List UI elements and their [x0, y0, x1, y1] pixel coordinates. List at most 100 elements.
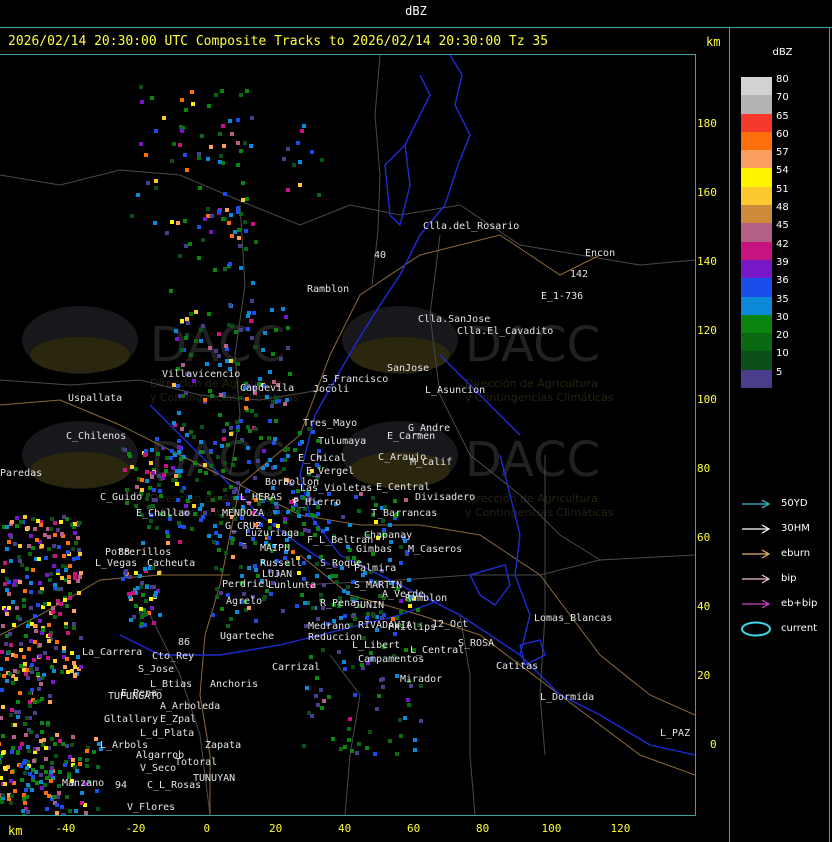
- place-label: E_Challao: [136, 508, 190, 519]
- place-label: Luzuriaga: [245, 528, 299, 539]
- legend-swatch: [741, 131, 772, 151]
- road: [239, 484, 695, 716]
- place-label: C_Chilenos: [66, 431, 126, 442]
- place-label: Encon: [585, 248, 615, 259]
- place-label: Agrelo: [226, 596, 262, 607]
- place-label: V_Flores: [127, 802, 175, 813]
- x-tick-label: 40: [338, 822, 352, 835]
- place-label: Ramblon: [307, 284, 349, 295]
- place-label: Chapanay: [364, 530, 412, 541]
- watermark-logo: DACC Dirección de Agricultura y Continge…: [342, 421, 614, 519]
- track-label: 30HM: [781, 523, 810, 534]
- place-label: Paredas: [0, 468, 42, 479]
- legend-swatch: [741, 77, 772, 96]
- place-label: Perdriel: [222, 579, 270, 590]
- place-label: Lomas_Blancas: [534, 613, 612, 624]
- x-tick-label: 80: [476, 822, 490, 835]
- track-label: bip: [781, 573, 797, 584]
- track-label: eb+bip: [781, 598, 818, 609]
- place-label: Villavicencio: [162, 369, 240, 380]
- legend-swatch: [741, 186, 772, 206]
- place-label: Palmira: [354, 563, 396, 574]
- place-label: Russell: [260, 558, 302, 569]
- y-tick-label: 0: [710, 738, 717, 751]
- place-label: Lunlunta: [268, 580, 316, 591]
- place-label: 88: [118, 547, 130, 558]
- y-tick-label: 80: [697, 462, 711, 475]
- x-tick-label: 120: [610, 822, 631, 835]
- track-label: 50YD: [781, 498, 808, 509]
- legend-value: 5: [776, 366, 783, 378]
- place-label: L_Btias: [150, 679, 192, 690]
- place-label: E_Chical: [298, 453, 346, 464]
- y-tick-label: 60: [697, 531, 711, 544]
- legend-swatch: [741, 296, 772, 315]
- place-label: Clla.SanJose: [418, 314, 490, 325]
- watermark-emblem-field: [30, 337, 130, 373]
- place-label: L_Libert: [352, 640, 400, 651]
- composite-title: 2026/02/14 20:30:00 UTC Composite Tracks…: [8, 34, 549, 49]
- place-label: Mirador: [400, 674, 442, 685]
- track-label: current: [781, 623, 818, 634]
- watermark-brand: DACC: [150, 317, 285, 373]
- place-label: Potrerillos: [105, 547, 171, 558]
- x-tick-label: -20: [125, 822, 146, 835]
- place-label: MAIPU: [260, 543, 290, 554]
- place-label: La_Carrera: [82, 647, 142, 658]
- track-arrow-icon: [742, 549, 771, 559]
- y-tick-label: 160: [697, 186, 717, 199]
- place-label: C_Guido: [100, 492, 142, 503]
- place-label: E_1-736: [541, 291, 583, 302]
- place-label: C_L_Rosas: [147, 780, 201, 791]
- y-tick-label: 140: [697, 255, 717, 268]
- x-tick-label: 0: [203, 822, 211, 835]
- legend-swatch: [741, 113, 772, 132]
- radar-map[interactable]: DACC Dirección de Agricultura y Continge…: [0, 55, 695, 815]
- place-label: Clla.El_Cavadito: [457, 326, 553, 337]
- boundary-line: [329, 654, 361, 815]
- map-right-border: [695, 54, 696, 816]
- place-label: JUNIN: [354, 600, 384, 611]
- legend-swatch: [741, 333, 772, 352]
- legend-swatch: [741, 95, 772, 114]
- river-lagoon: [468, 564, 511, 606]
- place-label: Anchoris: [210, 679, 258, 690]
- track-arrow-icon: [742, 499, 771, 509]
- place-label: S_Jose: [138, 664, 174, 675]
- place-label: Medrano: [308, 621, 350, 632]
- place-label: L_Asuncion: [425, 385, 485, 396]
- place-label: M_Calif: [410, 457, 452, 468]
- place-label: MENDOZA: [222, 508, 264, 519]
- legend-swatch: [741, 150, 772, 169]
- legend-title: dBZ: [772, 47, 793, 58]
- place-label: 94: [115, 780, 127, 791]
- place-label: Ramblon: [405, 593, 447, 604]
- place-label: 142: [570, 269, 588, 280]
- place-label: 86: [178, 637, 190, 648]
- place-label: P_Hierro: [293, 497, 341, 508]
- top-frame-line: [0, 27, 832, 28]
- legend-swatch: [741, 278, 772, 297]
- place-label: Jocoli: [313, 384, 349, 395]
- legend-left-border: [729, 27, 730, 842]
- watermark-brand: DACC: [465, 432, 600, 488]
- place-label: E_Vergel: [306, 466, 354, 477]
- place-label: E_Zpal: [160, 714, 196, 725]
- y-tick-label: 100: [697, 393, 717, 406]
- legend-swatch: [741, 205, 772, 224]
- place-label: M_Caseros: [408, 544, 462, 555]
- place-label: L_Central: [410, 645, 464, 656]
- y-tick-label: 40: [697, 600, 711, 613]
- place-label: R_Pena: [320, 598, 356, 609]
- place-label: Tres_Mayo: [303, 418, 357, 429]
- place-label: V_Seco: [140, 763, 176, 774]
- place-label: Manzano: [62, 778, 104, 789]
- place-label: Las_Violetas: [300, 483, 372, 494]
- km-unit-top: km: [706, 35, 721, 49]
- track-arrow-icon: [742, 524, 771, 534]
- y-tick-label: 20: [697, 669, 711, 682]
- legend-swatch: [741, 223, 772, 242]
- place-label: L_Dormida: [540, 692, 594, 703]
- place-label: L_PAZ: [660, 728, 690, 739]
- place-label: Ugarteche: [220, 631, 274, 642]
